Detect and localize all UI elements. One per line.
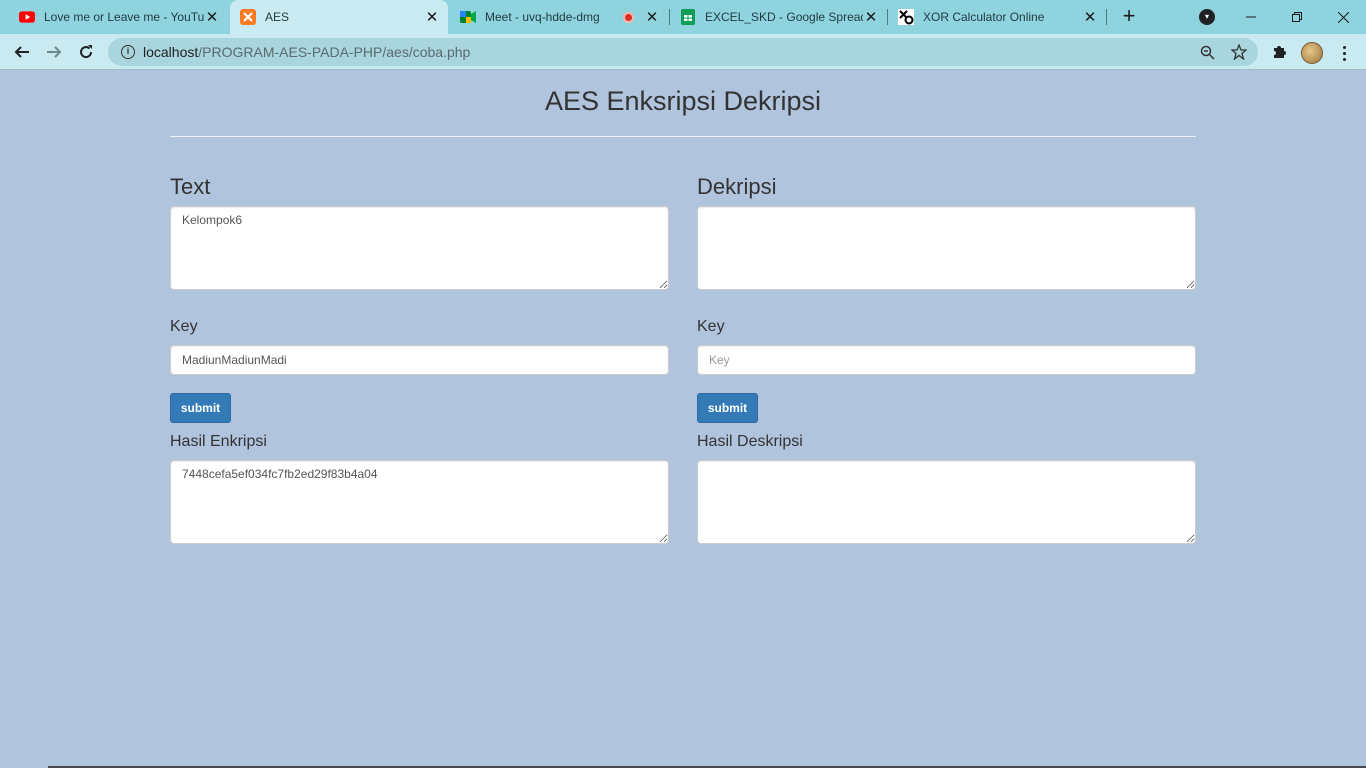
- tab-youtube[interactable]: Love me or Leave me - YouTu ✕: [0, 0, 228, 34]
- tab-title: XOR Calculator Online: [923, 10, 1045, 24]
- address-bar[interactable]: i localhost/PROGRAM-AES-PADA-PHP/aes/cob…: [108, 38, 1258, 66]
- tab-title: Meet - uvq-hdde-dmg: [485, 10, 600, 24]
- forward-arrow-icon[interactable]: [41, 39, 67, 65]
- decrypt-key-label: Key: [697, 318, 725, 335]
- url-text: localhost/PROGRAM-AES-PADA-PHP/aes/coba.…: [143, 44, 470, 60]
- close-tab-icon[interactable]: ✕: [424, 9, 440, 26]
- youtube-icon: [19, 9, 35, 25]
- title-divider: [170, 136, 1196, 137]
- tab-divider: [1106, 9, 1107, 25]
- google-meet-icon: [460, 9, 476, 25]
- tab-sheets[interactable]: EXCEL_SKD - Google Spreads ✕: [670, 0, 887, 34]
- restore-icon[interactable]: [1274, 0, 1320, 34]
- tab-search-icon[interactable]: ▾: [1199, 9, 1215, 25]
- url-path: /PROGRAM-AES-PADA-PHP/aes/coba.php: [198, 44, 471, 60]
- xor-icon: [898, 9, 914, 25]
- encrypt-result-label: Hasil Enkripsi: [170, 433, 267, 450]
- zoom-icon[interactable]: [1199, 44, 1215, 60]
- tab-title: Love me or Leave me - YouTu: [44, 10, 204, 24]
- xampp-icon: [240, 9, 256, 25]
- dekripsi-heading: Dekripsi: [697, 174, 777, 199]
- decrypt-result-label: Hasil Deskripsi: [697, 433, 803, 450]
- encrypt-key-input[interactable]: [170, 345, 669, 375]
- decrypt-key-input[interactable]: [697, 345, 1196, 375]
- tab-xor[interactable]: XOR Calculator Online ✕: [888, 0, 1106, 34]
- recording-icon: [623, 11, 634, 23]
- tab-strip: Love me or Leave me - YouTu ✕ AES ✕ Meet…: [0, 0, 1366, 34]
- encrypt-result-textarea[interactable]: 7448cefa5ef034fc7fb2ed29f83b4a04: [170, 460, 669, 544]
- close-tab-icon[interactable]: ✕: [863, 9, 879, 26]
- tab-meet[interactable]: Meet - uvq-hdde-dmg ✕: [450, 0, 668, 34]
- decrypt-result-textarea[interactable]: [697, 460, 1196, 544]
- extensions-puzzle-icon[interactable]: [1270, 43, 1288, 61]
- tab-aes[interactable]: AES ✕: [230, 0, 448, 34]
- page-title: AES Enksripsi Dekripsi: [544, 86, 822, 116]
- google-sheets-icon: [680, 9, 696, 25]
- profile-avatar[interactable]: [1301, 42, 1323, 64]
- browser-toolbar: i localhost/PROGRAM-AES-PADA-PHP/aes/cob…: [0, 34, 1366, 70]
- reload-icon[interactable]: [73, 39, 99, 65]
- new-tab-button[interactable]: +: [1118, 5, 1140, 28]
- tab-title: AES: [265, 10, 290, 24]
- bookmark-star-icon[interactable]: [1231, 44, 1247, 60]
- window-close-icon[interactable]: [1320, 0, 1366, 34]
- close-tab-icon[interactable]: ✕: [1082, 9, 1098, 26]
- back-arrow-icon[interactable]: [9, 39, 35, 65]
- close-tab-icon[interactable]: ✕: [204, 9, 220, 26]
- encrypt-submit-button[interactable]: submit: [170, 393, 231, 423]
- decrypt-submit-button[interactable]: submit: [697, 393, 758, 423]
- minimize-icon[interactable]: [1228, 0, 1274, 34]
- text-heading: Text: [170, 174, 211, 199]
- info-icon[interactable]: i: [121, 45, 135, 59]
- plaintext-textarea[interactable]: Kelompok6: [170, 206, 669, 290]
- kebab-menu-icon[interactable]: [1336, 42, 1352, 64]
- tab-title: EXCEL_SKD - Google Spreads: [705, 10, 863, 24]
- encrypt-key-label: Key: [170, 318, 198, 335]
- close-tab-icon[interactable]: ✕: [644, 9, 660, 26]
- url-host: localhost: [143, 44, 199, 60]
- ciphertext-textarea[interactable]: [697, 206, 1196, 290]
- taskbar-edge: [0, 764, 1366, 768]
